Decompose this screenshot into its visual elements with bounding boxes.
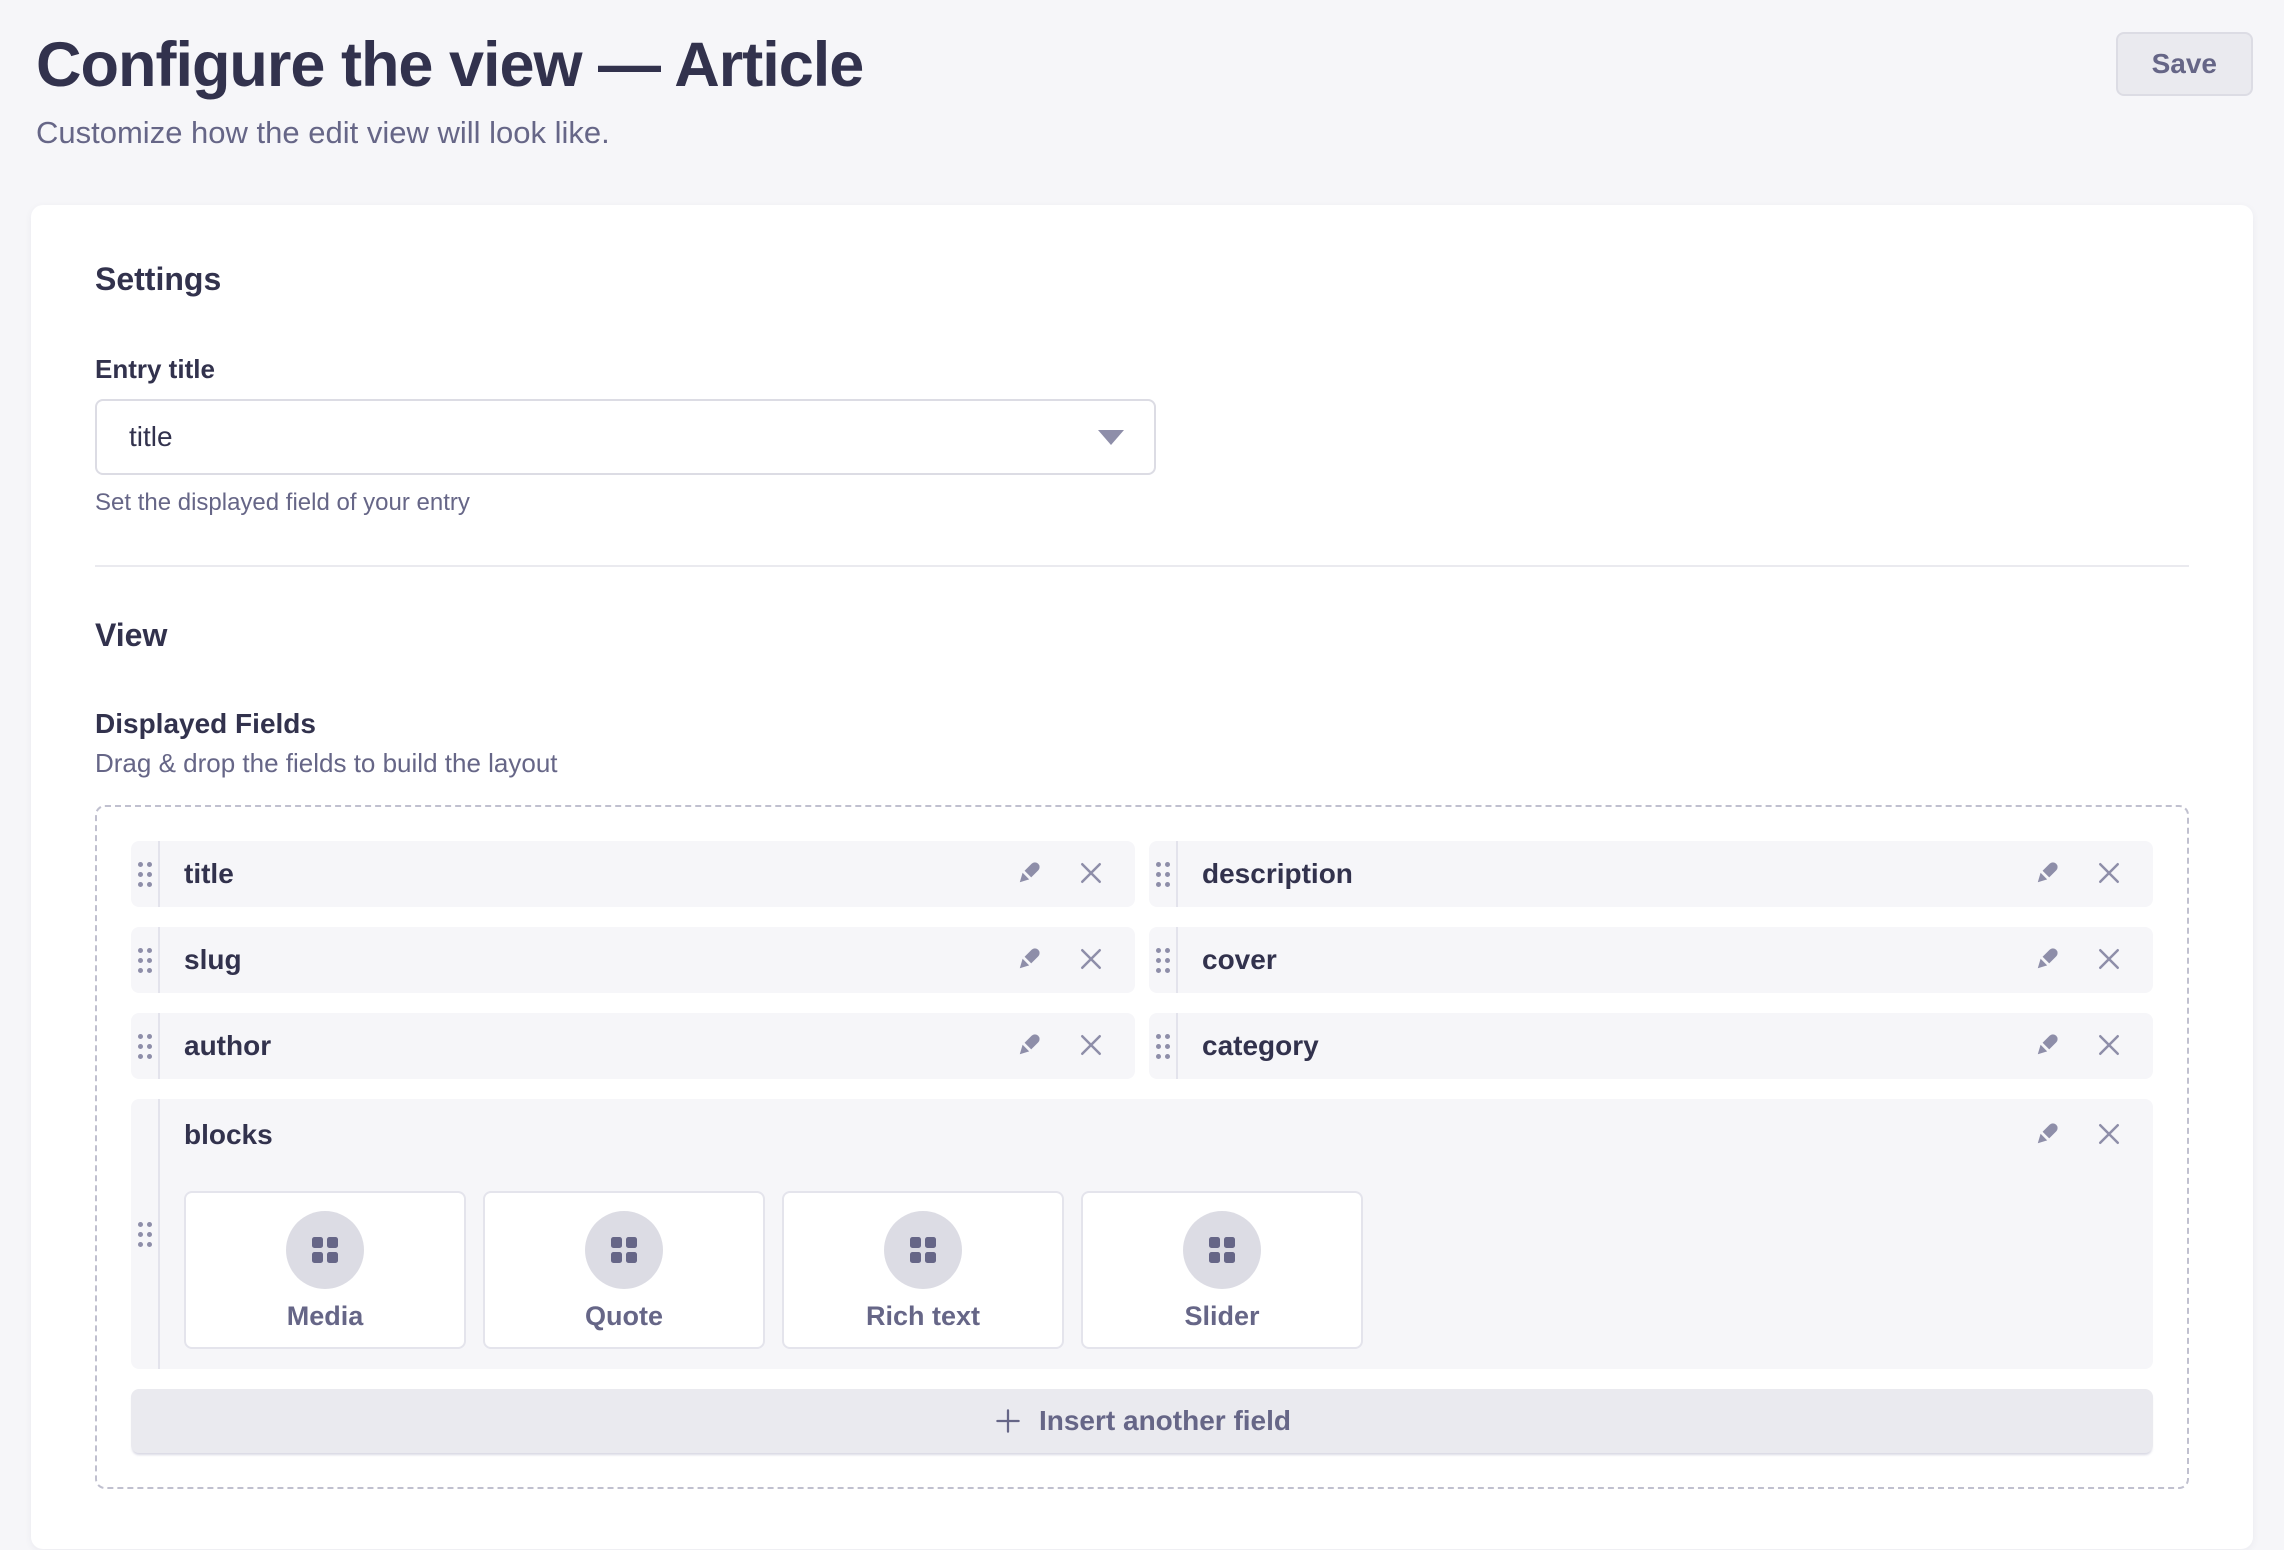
settings-heading: Settings bbox=[95, 261, 2189, 298]
insert-another-field-button[interactable]: Insert another field bbox=[131, 1389, 2153, 1453]
field-name: cover bbox=[1202, 944, 2003, 976]
field-row-category[interactable]: category bbox=[1149, 1013, 2153, 1079]
close-icon bbox=[1076, 944, 1106, 977]
fields-grid: title bbox=[131, 841, 2153, 1453]
edit-field-button[interactable] bbox=[1011, 942, 1047, 978]
drag-handle-icon bbox=[1156, 948, 1170, 973]
edit-field-button[interactable] bbox=[2029, 1117, 2065, 1153]
field-row-slug[interactable]: slug bbox=[131, 927, 1135, 993]
drag-handle[interactable] bbox=[131, 1099, 160, 1369]
component-label: Media bbox=[287, 1301, 364, 1332]
components-list: Media Quote Rich text bbox=[184, 1191, 2127, 1349]
close-icon bbox=[2094, 1119, 2124, 1152]
pencil-icon bbox=[2030, 1117, 2064, 1154]
edit-field-button[interactable] bbox=[1011, 1028, 1047, 1064]
remove-field-button[interactable] bbox=[1073, 856, 1109, 892]
entry-title-hint: Set the displayed field of your entry bbox=[95, 489, 1156, 517]
pencil-icon bbox=[1012, 1028, 1046, 1065]
entry-title-select[interactable]: title bbox=[95, 399, 1156, 475]
chevron-down-icon bbox=[1098, 430, 1124, 445]
field-name: slug bbox=[184, 944, 985, 976]
field-row-author[interactable]: author bbox=[131, 1013, 1135, 1079]
insert-another-field-label: Insert another field bbox=[1039, 1405, 1291, 1437]
edit-field-button[interactable] bbox=[2029, 942, 2065, 978]
entry-title-label: Entry title bbox=[95, 354, 1156, 385]
remove-field-button[interactable] bbox=[2091, 1117, 2127, 1153]
grid-icon bbox=[611, 1237, 637, 1263]
component-card-media: Media bbox=[184, 1191, 466, 1349]
drag-handle-icon bbox=[138, 862, 152, 887]
close-icon bbox=[2094, 858, 2124, 891]
field-name: blocks bbox=[184, 1119, 2003, 1151]
save-button[interactable]: Save bbox=[2116, 32, 2253, 96]
remove-field-button[interactable] bbox=[2091, 942, 2127, 978]
pencil-icon bbox=[1012, 942, 1046, 979]
plus-icon bbox=[993, 1406, 1023, 1436]
header-text: Configure the view — Article Customize h… bbox=[36, 26, 863, 151]
page-subtitle: Customize how the edit view will look li… bbox=[36, 115, 863, 151]
drag-handle[interactable] bbox=[1149, 1013, 1178, 1079]
edit-field-button[interactable] bbox=[2029, 1028, 2065, 1064]
component-label: Rich text bbox=[866, 1301, 980, 1332]
field-row-cover[interactable]: cover bbox=[1149, 927, 2153, 993]
close-icon bbox=[1076, 1030, 1106, 1063]
field-name: title bbox=[184, 858, 985, 890]
section-divider bbox=[95, 565, 2189, 567]
component-card-slider: Slider bbox=[1081, 1191, 1363, 1349]
remove-field-button[interactable] bbox=[1073, 1028, 1109, 1064]
component-label: Slider bbox=[1184, 1301, 1259, 1332]
drag-handle-icon bbox=[1156, 862, 1170, 887]
drag-handle[interactable] bbox=[131, 927, 160, 993]
grid-icon bbox=[910, 1237, 936, 1263]
component-label: Quote bbox=[585, 1301, 663, 1332]
pencil-icon bbox=[2030, 942, 2064, 979]
view-heading: View bbox=[95, 617, 2189, 654]
entry-title-group: Entry title title Set the displayed fiel… bbox=[95, 354, 1156, 517]
drag-handle-icon bbox=[138, 948, 152, 973]
field-name: category bbox=[1202, 1030, 2003, 1062]
field-name: description bbox=[1202, 858, 2003, 890]
drag-handle[interactable] bbox=[131, 1013, 160, 1079]
entry-title-select-value: title bbox=[129, 421, 173, 453]
configuration-panel: Settings Entry title title Set the displ… bbox=[31, 205, 2253, 1549]
pencil-icon bbox=[2030, 856, 2064, 893]
edit-field-button[interactable] bbox=[2029, 856, 2065, 892]
close-icon bbox=[1076, 858, 1106, 891]
pencil-icon bbox=[2030, 1028, 2064, 1065]
grid-icon bbox=[1209, 1237, 1235, 1263]
field-name: author bbox=[184, 1030, 985, 1062]
fields-dropzone: title bbox=[95, 805, 2189, 1489]
pencil-icon bbox=[1012, 856, 1046, 893]
drag-handle[interactable] bbox=[131, 841, 160, 907]
component-card-rich-text: Rich text bbox=[782, 1191, 1064, 1349]
field-row-blocks[interactable]: blocks bbox=[131, 1099, 2153, 1369]
grid-icon bbox=[312, 1237, 338, 1263]
remove-field-button[interactable] bbox=[1073, 942, 1109, 978]
drag-handle-icon bbox=[1156, 1034, 1170, 1059]
remove-field-button[interactable] bbox=[2091, 1028, 2127, 1064]
component-card-quote: Quote bbox=[483, 1191, 765, 1349]
page-title: Configure the view — Article bbox=[36, 26, 863, 105]
page-header: Configure the view — Article Customize h… bbox=[0, 0, 2284, 151]
drag-handle[interactable] bbox=[1149, 927, 1178, 993]
drag-handle-icon bbox=[138, 1222, 152, 1247]
displayed-fields-label: Displayed Fields bbox=[95, 708, 2189, 740]
drag-handle[interactable] bbox=[1149, 841, 1178, 907]
remove-field-button[interactable] bbox=[2091, 856, 2127, 892]
edit-field-button[interactable] bbox=[1011, 856, 1047, 892]
displayed-fields-hint: Drag & drop the fields to build the layo… bbox=[95, 748, 2189, 779]
field-row-title[interactable]: title bbox=[131, 841, 1135, 907]
close-icon bbox=[2094, 1030, 2124, 1063]
drag-handle-icon bbox=[138, 1034, 152, 1059]
field-row-description[interactable]: description bbox=[1149, 841, 2153, 907]
close-icon bbox=[2094, 944, 2124, 977]
